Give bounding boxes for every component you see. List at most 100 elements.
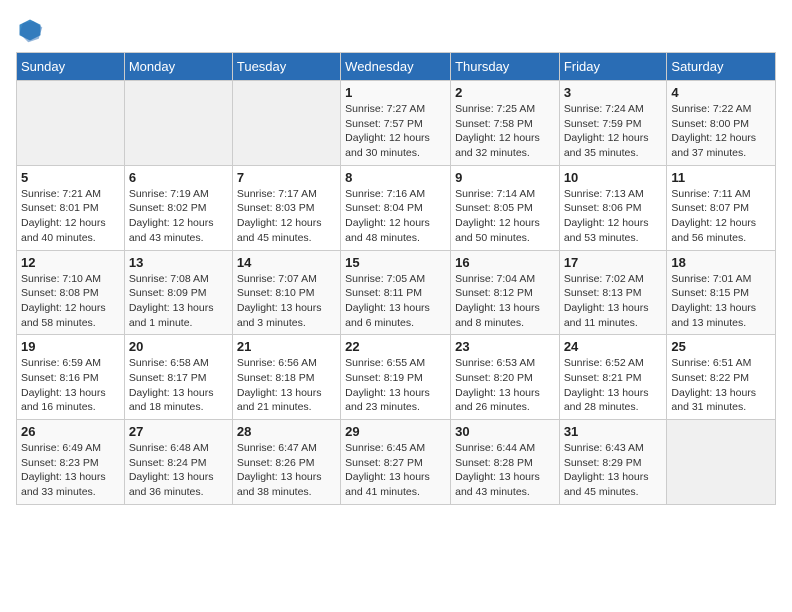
calendar-cell: 10 Sunrise: 7:13 AM Sunset: 8:06 PM Dayli…: [559, 165, 667, 250]
calendar-cell: 31 Sunrise: 6:43 AM Sunset: 8:29 PM Dayli…: [559, 420, 667, 505]
day-info: Sunrise: 7:08 AM Sunset: 8:09 PM Dayligh…: [129, 272, 228, 331]
weekday-header: Saturday: [667, 53, 776, 81]
day-number: 22: [345, 339, 446, 354]
day-number: 9: [455, 170, 555, 185]
calendar-cell: 4 Sunrise: 7:22 AM Sunset: 8:00 PM Daylig…: [667, 81, 776, 166]
day-number: 15: [345, 255, 446, 270]
calendar-cell: 23Sunrise: 6:53 AM Sunset: 8:20 PM Dayli…: [451, 335, 560, 420]
day-number: 20: [129, 339, 228, 354]
calendar-cell: 29 Sunrise: 6:45 AM Sunset: 8:27 PM Dayli…: [341, 420, 451, 505]
page-header: [16, 16, 776, 44]
day-info: Sunrise: 7:05 AM Sunset: 8:11 PM Dayligh…: [345, 272, 446, 331]
day-number: 30: [455, 424, 555, 439]
day-info: Sunrise: 7:27 AM Sunset: 7:57 PM Dayligh…: [345, 102, 446, 161]
day-info: Sunrise: 7:25 AM Sunset: 7:58 PM Dayligh…: [455, 102, 555, 161]
day-info: Sunrise: 6:48 AM Sunset: 8:24 PM Dayligh…: [129, 441, 228, 500]
calendar-cell: [667, 420, 776, 505]
calendar-cell: 28Sunrise: 6:47 AM Sunset: 8:26 PM Dayli…: [232, 420, 340, 505]
day-number: 7: [237, 170, 336, 185]
calendar-cell: 27 Sunrise: 6:48 AM Sunset: 8:24 PM Dayli…: [124, 420, 232, 505]
day-info: Sunrise: 6:58 AM Sunset: 8:17 PM Dayligh…: [129, 356, 228, 415]
weekday-header: Sunday: [17, 53, 125, 81]
calendar-cell: 30 Sunrise: 6:44 AM Sunset: 8:28 PM Dayli…: [451, 420, 560, 505]
weekday-header: Tuesday: [232, 53, 340, 81]
day-number: 29: [345, 424, 446, 439]
day-info: Sunrise: 7:02 AM Sunset: 8:13 PM Dayligh…: [564, 272, 663, 331]
calendar-week-row: 12Sunrise: 7:10 AM Sunset: 8:08 PM Dayli…: [17, 250, 776, 335]
day-number: 10: [564, 170, 663, 185]
calendar-cell: [17, 81, 125, 166]
day-number: 16: [455, 255, 555, 270]
day-info: Sunrise: 6:52 AM Sunset: 8:21 PM Dayligh…: [564, 356, 663, 415]
day-info: Sunrise: 7:24 AM Sunset: 7:59 PM Dayligh…: [564, 102, 663, 161]
weekday-header: Friday: [559, 53, 667, 81]
calendar-cell: 9 Sunrise: 7:14 AM Sunset: 8:05 PM Daylig…: [451, 165, 560, 250]
day-number: 14: [237, 255, 336, 270]
calendar-cell: 25 Sunrise: 6:51 AM Sunset: 8:22 PM Dayli…: [667, 335, 776, 420]
day-info: Sunrise: 6:55 AM Sunset: 8:19 PM Dayligh…: [345, 356, 446, 415]
day-number: 24: [564, 339, 663, 354]
day-number: 19: [21, 339, 120, 354]
day-info: Sunrise: 7:14 AM Sunset: 8:05 PM Dayligh…: [455, 187, 555, 246]
day-number: 6: [129, 170, 228, 185]
calendar-cell: 1 Sunrise: 7:27 AM Sunset: 7:57 PM Daylig…: [341, 81, 451, 166]
calendar-week-row: 19 Sunrise: 6:59 AM Sunset: 8:16 PM Dayli…: [17, 335, 776, 420]
day-info: Sunrise: 6:59 AM Sunset: 8:16 PM Dayligh…: [21, 356, 120, 415]
calendar-cell: 14 Sunrise: 7:07 AM Sunset: 8:10 PM Dayli…: [232, 250, 340, 335]
day-info: Sunrise: 7:13 AM Sunset: 8:06 PM Dayligh…: [564, 187, 663, 246]
calendar-week-row: 1 Sunrise: 7:27 AM Sunset: 7:57 PM Daylig…: [17, 81, 776, 166]
day-number: 17: [564, 255, 663, 270]
day-number: 21: [237, 339, 336, 354]
calendar-cell: 15 Sunrise: 7:05 AM Sunset: 8:11 PM Dayli…: [341, 250, 451, 335]
day-number: 27: [129, 424, 228, 439]
calendar-cell: 5 Sunrise: 7:21 AM Sunset: 8:01 PM Daylig…: [17, 165, 125, 250]
calendar-cell: 24 Sunrise: 6:52 AM Sunset: 8:21 PM Dayli…: [559, 335, 667, 420]
day-number: 18: [671, 255, 771, 270]
calendar-cell: 12Sunrise: 7:10 AM Sunset: 8:08 PM Dayli…: [17, 250, 125, 335]
logo: [16, 16, 48, 44]
day-info: Sunrise: 7:07 AM Sunset: 8:10 PM Dayligh…: [237, 272, 336, 331]
day-info: Sunrise: 6:44 AM Sunset: 8:28 PM Dayligh…: [455, 441, 555, 500]
day-number: 4: [671, 85, 771, 100]
calendar-cell: 8Sunrise: 7:16 AM Sunset: 8:04 PM Daylig…: [341, 165, 451, 250]
day-number: 5: [21, 170, 120, 185]
calendar-cell: 16 Sunrise: 7:04 AM Sunset: 8:12 PM Dayli…: [451, 250, 560, 335]
calendar-week-row: 26 Sunrise: 6:49 AM Sunset: 8:23 PM Dayli…: [17, 420, 776, 505]
calendar-cell: 6 Sunrise: 7:19 AM Sunset: 8:02 PM Daylig…: [124, 165, 232, 250]
day-number: 2: [455, 85, 555, 100]
day-info: Sunrise: 6:49 AM Sunset: 8:23 PM Dayligh…: [21, 441, 120, 500]
calendar-cell: 19 Sunrise: 6:59 AM Sunset: 8:16 PM Dayli…: [17, 335, 125, 420]
day-number: 1: [345, 85, 446, 100]
day-info: Sunrise: 6:53 AM Sunset: 8:20 PM Dayligh…: [455, 356, 555, 415]
day-info: Sunrise: 7:16 AM Sunset: 8:04 PM Dayligh…: [345, 187, 446, 246]
day-info: Sunrise: 6:45 AM Sunset: 8:27 PM Dayligh…: [345, 441, 446, 500]
day-info: Sunrise: 6:43 AM Sunset: 8:29 PM Dayligh…: [564, 441, 663, 500]
calendar-table: SundayMondayTuesdayWednesdayThursdayFrid…: [16, 52, 776, 505]
calendar-cell: 2 Sunrise: 7:25 AM Sunset: 7:58 PM Daylig…: [451, 81, 560, 166]
calendar-cell: 7Sunrise: 7:17 AM Sunset: 8:03 PM Daylig…: [232, 165, 340, 250]
day-number: 3: [564, 85, 663, 100]
day-number: 12: [21, 255, 120, 270]
day-info: Sunrise: 7:22 AM Sunset: 8:00 PM Dayligh…: [671, 102, 771, 161]
day-number: 31: [564, 424, 663, 439]
day-number: 26: [21, 424, 120, 439]
day-info: Sunrise: 7:11 AM Sunset: 8:07 PM Dayligh…: [671, 187, 771, 246]
calendar-cell: 22 Sunrise: 6:55 AM Sunset: 8:19 PM Dayli…: [341, 335, 451, 420]
day-number: 11: [671, 170, 771, 185]
day-number: 25: [671, 339, 771, 354]
day-info: Sunrise: 7:04 AM Sunset: 8:12 PM Dayligh…: [455, 272, 555, 331]
day-info: Sunrise: 7:01 AM Sunset: 8:15 PM Dayligh…: [671, 272, 771, 331]
day-info: Sunrise: 6:51 AM Sunset: 8:22 PM Dayligh…: [671, 356, 771, 415]
day-number: 28: [237, 424, 336, 439]
calendar-cell: 17 Sunrise: 7:02 AM Sunset: 8:13 PM Dayli…: [559, 250, 667, 335]
calendar-cell: 3 Sunrise: 7:24 AM Sunset: 7:59 PM Daylig…: [559, 81, 667, 166]
calendar-cell: 18 Sunrise: 7:01 AM Sunset: 8:15 PM Dayli…: [667, 250, 776, 335]
day-info: Sunrise: 7:21 AM Sunset: 8:01 PM Dayligh…: [21, 187, 120, 246]
logo-icon: [16, 16, 44, 44]
calendar-cell: [232, 81, 340, 166]
day-info: Sunrise: 7:19 AM Sunset: 8:02 PM Dayligh…: [129, 187, 228, 246]
calendar-week-row: 5 Sunrise: 7:21 AM Sunset: 8:01 PM Daylig…: [17, 165, 776, 250]
calendar-cell: 21Sunrise: 6:56 AM Sunset: 8:18 PM Dayli…: [232, 335, 340, 420]
day-number: 13: [129, 255, 228, 270]
weekday-header: Wednesday: [341, 53, 451, 81]
